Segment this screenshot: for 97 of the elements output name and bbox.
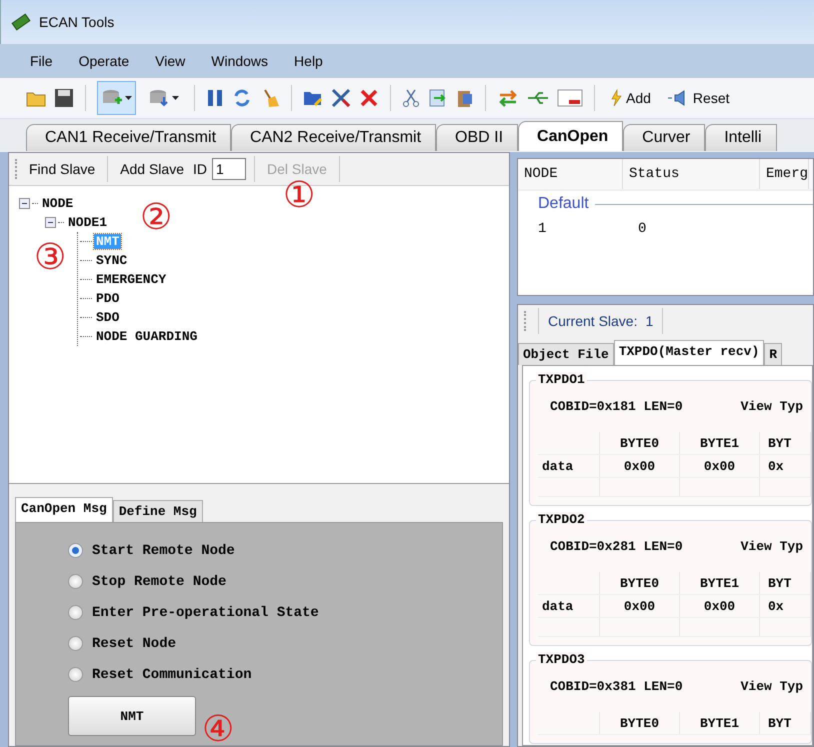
table-cell: 0x00 — [680, 595, 760, 618]
radio-button[interactable] — [68, 636, 83, 651]
menu-item[interactable]: File — [18, 53, 67, 69]
tree-item[interactable]: EMERGENCY — [94, 272, 168, 287]
collapse-icon[interactable] — [45, 217, 56, 228]
empty-table-cell — [760, 478, 811, 497]
view-type-label: View Typ — [740, 399, 804, 414]
group-label: Default — [538, 195, 589, 213]
column-header: Status — [623, 159, 760, 189]
column-header: BYT — [760, 432, 811, 455]
empty-table-cell — [760, 618, 811, 637]
menu-item[interactable]: View — [143, 53, 200, 69]
radio-button[interactable] — [68, 574, 83, 589]
radio-label[interactable]: Reset Node — [92, 636, 176, 652]
table-cell: 0x — [760, 595, 811, 618]
current-slave-value: 1 — [645, 313, 654, 329]
usb-icon[interactable] — [527, 91, 549, 105]
menu-item[interactable]: Operate — [66, 53, 144, 69]
column-header: BYTE1 — [680, 432, 760, 455]
refresh-icon[interactable] — [232, 88, 252, 108]
tab[interactable]: CAN2 Receive/Transmit — [231, 124, 436, 151]
annotation-number: ① — [283, 178, 316, 214]
tab[interactable]: Curver — [623, 124, 706, 151]
table-cell-text: 1 — [538, 221, 548, 237]
nmt-button[interactable]: NMT — [68, 696, 196, 736]
save-icon[interactable] — [54, 88, 74, 108]
import-icon[interactable] — [428, 88, 448, 108]
table-cell: data — [538, 595, 600, 618]
tree-item[interactable]: SDO — [94, 310, 122, 325]
tab[interactable]: Intelli — [705, 124, 777, 151]
tab[interactable]: OBD II — [436, 124, 518, 151]
cobid-text: COBID=0x381 LEN=0 — [550, 679, 683, 694]
column-header: BYTE0 — [600, 712, 680, 735]
close-icon[interactable] — [359, 88, 379, 108]
view-type-label: View Typ — [740, 679, 804, 694]
table-cell: 0x — [760, 455, 811, 478]
clipboard-icon[interactable] — [456, 88, 474, 108]
table-cell: data — [538, 455, 600, 478]
column-header: NODE — [518, 159, 623, 189]
radio-label[interactable]: Stop Remote Node — [92, 574, 226, 590]
table-cell: 0x00 — [600, 595, 680, 618]
tab[interactable]: CAN1 Receive/Transmit — [26, 124, 232, 151]
column-header: BYTE0 — [600, 432, 680, 455]
id-label: ID — [192, 161, 207, 177]
table-cell: 0x00 — [680, 455, 760, 478]
reset-button[interactable]: Reset — [662, 90, 734, 106]
cobid-text: COBID=0x181 LEN=0 — [550, 399, 683, 414]
scissors-icon[interactable] — [402, 88, 420, 108]
tools-icon[interactable] — [331, 88, 351, 108]
caret-icon — [172, 96, 179, 100]
window-icon[interactable] — [557, 89, 583, 107]
radio-button[interactable] — [68, 605, 83, 620]
column-header: BYTE1 — [680, 572, 760, 595]
table-cell: 0x00 — [600, 455, 680, 478]
column-header: BYT — [760, 712, 811, 735]
id-input-field[interactable]: 1 — [212, 158, 246, 180]
column-header: BYT — [760, 572, 811, 595]
tree-item[interactable]: NODE GUARDING — [94, 329, 200, 344]
cobid-text: COBID=0x281 LEN=0 — [550, 539, 683, 554]
menu-item[interactable]: Help — [282, 53, 337, 69]
radio-button[interactable] — [68, 543, 83, 558]
tree-item[interactable]: SYNC — [94, 253, 130, 268]
add-button[interactable]: Add — [606, 89, 655, 107]
column-header: BYTE0 — [600, 572, 680, 595]
tab[interactable]: CanOpen — [518, 121, 624, 151]
annotation-number: ② — [140, 200, 172, 236]
tab[interactable]: CanOpen Msg — [15, 497, 113, 522]
column-header: Emerg — [760, 159, 810, 189]
collapse-icon[interactable] — [19, 198, 30, 209]
radio-label[interactable]: Enter Pre-operational State — [92, 604, 319, 620]
tab[interactable]: TXPDO(Master recv) — [614, 340, 764, 365]
tree-item[interactable]: PDO — [94, 291, 122, 306]
tree-item[interactable]: NODE — [40, 196, 76, 211]
database-download-icon — [148, 88, 170, 108]
radio-button[interactable] — [68, 667, 83, 682]
window-title: ECAN Tools — [39, 14, 114, 30]
table-cell: 0 — [638, 221, 646, 237]
swap-arrows-icon[interactable] — [497, 88, 519, 108]
lightning-icon — [610, 89, 622, 107]
tab[interactable]: Object File — [518, 343, 614, 365]
pause-icon[interactable] — [206, 88, 224, 108]
tab[interactable]: Define Msg — [112, 500, 203, 522]
menu-item[interactable]: Windows — [199, 53, 282, 69]
tree-item[interactable]: NODE1 — [66, 215, 110, 230]
find-slave-button[interactable]: Find Slave — [25, 159, 100, 179]
view-type-label: View Typ — [740, 539, 804, 554]
tab[interactable]: R — [764, 343, 782, 365]
caret-icon — [125, 96, 132, 100]
database-add-button[interactable] — [97, 81, 136, 115]
radio-label[interactable]: Start Remote Node — [92, 542, 235, 558]
add-slave-button[interactable]: Add Slave — [116, 159, 188, 179]
current-slave-label: Current Slave: — [548, 313, 638, 329]
annotation-number: ③ — [34, 240, 66, 276]
column-header: BYTE1 — [680, 712, 760, 735]
folder-edit-icon[interactable] — [303, 89, 323, 107]
annotation-number: ④ — [202, 712, 234, 747]
radio-label[interactable]: Reset Communication — [92, 666, 252, 682]
